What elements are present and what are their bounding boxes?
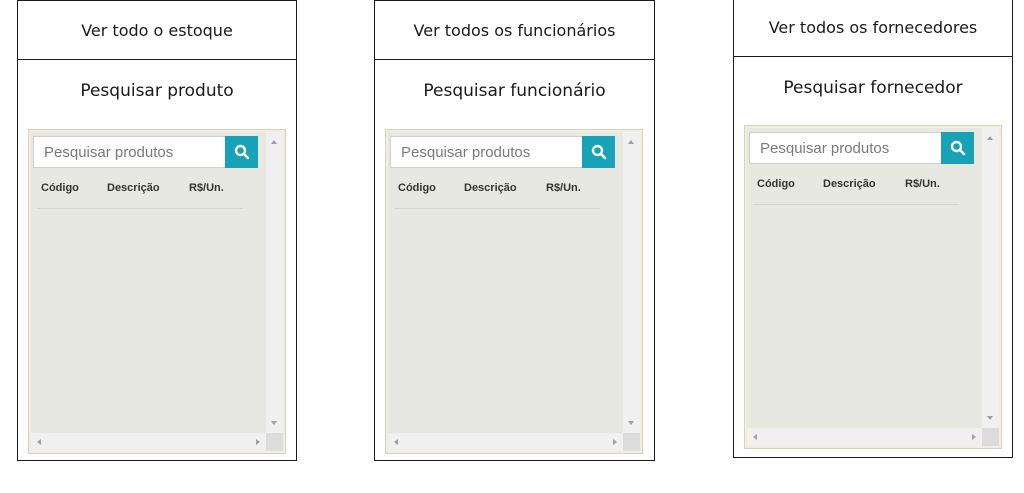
column-header-price[interactable]: R$/Un. [546, 182, 581, 194]
arrow-up-icon[interactable] [987, 136, 993, 140]
column-header-description[interactable]: Descrição [823, 178, 876, 190]
arrow-down-icon[interactable] [271, 421, 277, 425]
search-icon [950, 140, 965, 156]
scroll-corner [982, 428, 999, 446]
column-header-code[interactable]: Código [398, 182, 436, 194]
vertical-scrollbar[interactable] [623, 132, 640, 433]
vertical-scrollbar[interactable] [266, 132, 283, 433]
horizontal-scrollbar[interactable] [388, 433, 623, 451]
card-stock: Ver todo o estoque Pesquisar produto Cód… [17, 0, 297, 461]
arrow-right-icon[interactable] [613, 439, 617, 445]
search-product-title: Pesquisar produto [80, 81, 234, 101]
card-employees: Ver todos os funcionários Pesquisar func… [374, 0, 655, 461]
column-header-code[interactable]: Código [757, 178, 795, 190]
search-button[interactable] [225, 136, 258, 168]
search-input[interactable] [33, 136, 225, 168]
search-button[interactable] [941, 132, 974, 164]
search-panel: Código Descrição R$/Un. [28, 129, 286, 454]
search-supplier-title: Pesquisar fornecedor [783, 78, 963, 98]
view-all-suppliers-button[interactable]: Ver todos os fornecedores [734, 0, 1012, 57]
view-all-employees-button[interactable]: Ver todos os funcionários [375, 1, 654, 60]
column-header-price[interactable]: R$/Un. [189, 182, 224, 194]
arrow-left-icon[interactable] [394, 439, 398, 445]
arrow-left-icon[interactable] [753, 434, 757, 440]
horizontal-scrollbar[interactable] [31, 433, 266, 451]
search-icon [591, 144, 606, 160]
column-header-code[interactable]: Código [41, 182, 79, 194]
page: Ver todo o estoque Pesquisar produto Cód… [0, 0, 1024, 493]
arrow-up-icon[interactable] [271, 140, 277, 144]
search-button[interactable] [582, 136, 615, 168]
table-header: Código Descrição R$/Un. [394, 182, 600, 209]
view-all-stock-button[interactable]: Ver todo o estoque [18, 1, 296, 60]
arrow-right-icon[interactable] [256, 439, 260, 445]
search-panel: Código Descrição R$/Un. [744, 125, 1002, 449]
arrow-right-icon[interactable] [972, 434, 976, 440]
horizontal-scrollbar[interactable] [747, 428, 982, 446]
search-panel: Código Descrição R$/Un. [385, 129, 643, 454]
arrow-down-icon[interactable] [987, 416, 993, 420]
search-input[interactable] [390, 136, 582, 168]
vertical-scrollbar[interactable] [982, 128, 999, 428]
search-input[interactable] [749, 132, 941, 164]
arrow-up-icon[interactable] [628, 140, 634, 144]
arrow-left-icon[interactable] [37, 439, 41, 445]
column-header-description[interactable]: Descrição [464, 182, 517, 194]
column-header-price[interactable]: R$/Un. [905, 178, 940, 190]
scroll-corner [623, 433, 640, 451]
card-suppliers: Ver todos os fornecedores Pesquisar forn… [733, 0, 1013, 458]
scroll-corner [266, 433, 283, 451]
search-employee-title: Pesquisar funcionário [423, 81, 606, 101]
column-header-description[interactable]: Descrição [107, 182, 160, 194]
search-icon [234, 144, 249, 160]
arrow-down-icon[interactable] [628, 421, 634, 425]
table-header: Código Descrição R$/Un. [37, 182, 243, 209]
table-header: Código Descrição R$/Un. [753, 178, 959, 205]
